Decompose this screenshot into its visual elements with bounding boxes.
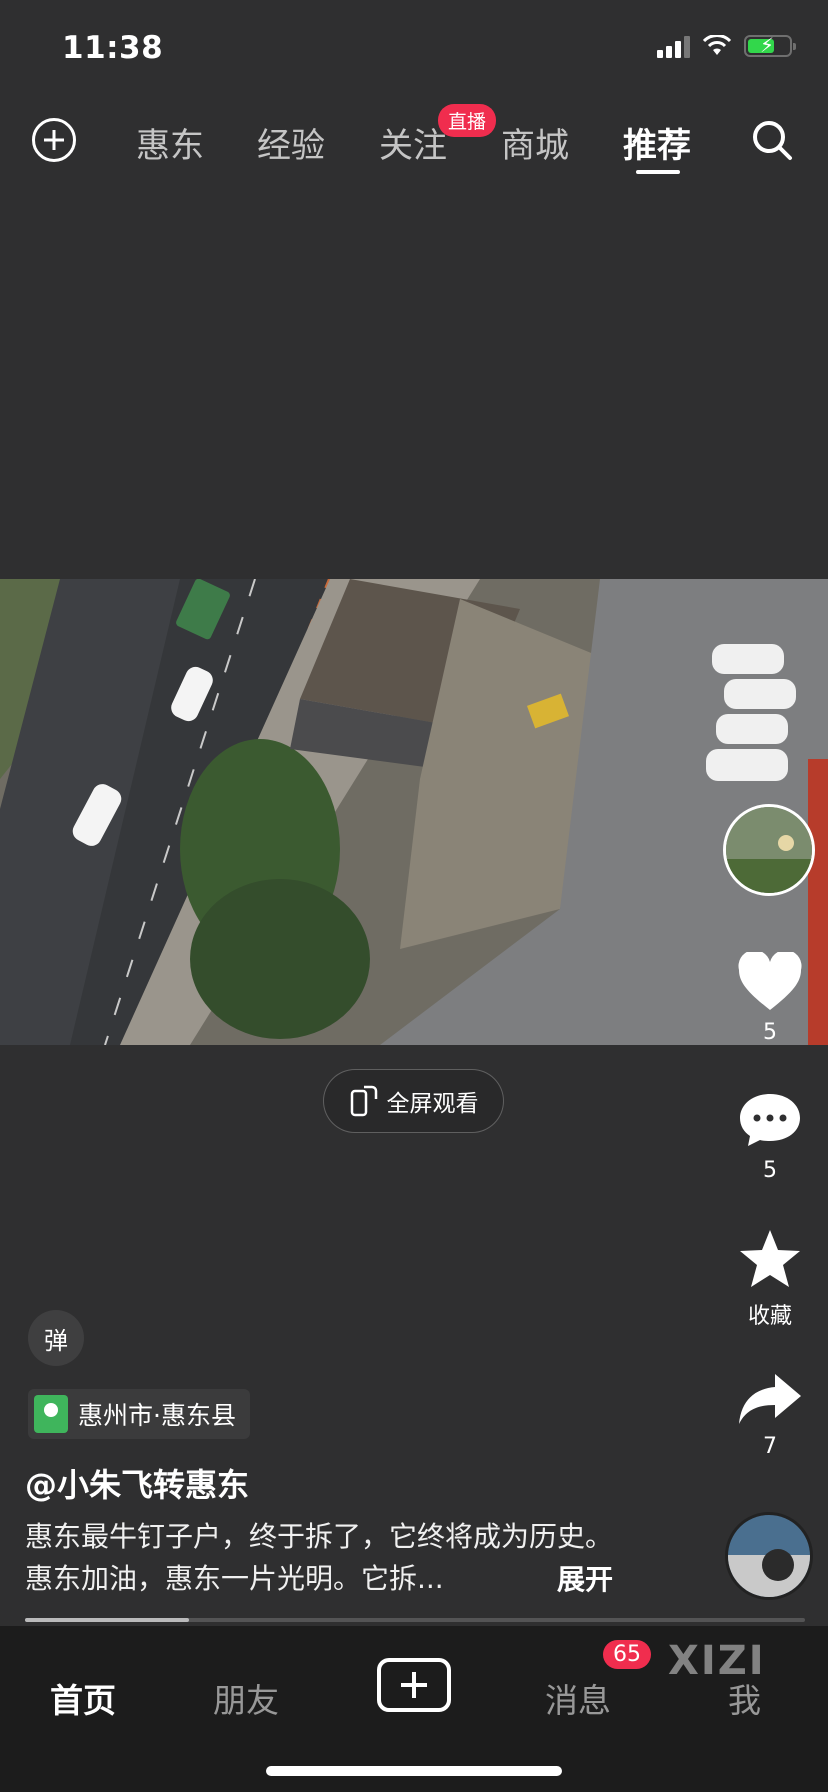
music-disc-image [728,1515,810,1597]
fullscreen-button[interactable]: 全屏观看 [323,1069,504,1133]
like-count: 5 [763,1020,777,1045]
home-indicator [266,1766,562,1776]
danmu-toggle[interactable]: 弹 [28,1310,84,1366]
favorite-control[interactable]: 收藏 [730,1228,810,1330]
location-pin-icon [34,1395,68,1433]
fullscreen-label: 全屏观看 [386,1091,479,1117]
watermark-logo: XIZI [668,1638,766,1684]
progress-fill [25,1618,189,1622]
active-tab-indicator [636,170,680,174]
tab-huidong[interactable]: 惠东 [136,118,204,167]
wifi-icon [702,35,732,55]
tab-recommend[interactable]: 推荐 [623,118,691,167]
video-frame[interactable] [0,579,828,1045]
heart-icon [738,949,802,1010]
tab-mall[interactable]: 商城 [501,118,569,167]
search-icon[interactable] [750,118,794,162]
comment-icon [740,1094,800,1146]
live-badge: 直播 [438,104,497,137]
share-control[interactable]: 7 [730,1372,810,1459]
message-badge: 65 [603,1640,651,1669]
location-tag[interactable]: 惠州市·惠东县 [28,1389,250,1439]
author-avatar[interactable] [723,804,815,896]
share-count: 7 [763,1434,777,1459]
video-description: 惠东最牛钉子户，终于拆了，它终将成为历史。惠东加油，惠东一片光明。它拆... [25,1520,614,1595]
status-icons: ⚡ [657,33,796,58]
battery-icon: ⚡ [744,33,796,57]
expand-button[interactable]: 展开 [557,1558,613,1598]
bottom-tab-bar: 首页 朋友 消息 65 我 XIZI [0,1626,828,1792]
create-button[interactable] [377,1658,451,1712]
author-name[interactable]: @小朱飞转惠东 [25,1460,249,1506]
tab-messages[interactable]: 消息 [545,1674,611,1722]
add-circle-icon[interactable] [32,118,76,162]
rotate-phone-icon [350,1085,377,1117]
cellular-signal-icon [657,34,690,58]
comment-control[interactable]: 5 [730,1090,810,1183]
share-arrow-icon [739,1374,801,1424]
video-progress-bar[interactable] [25,1618,805,1622]
tab-friends[interactable]: 朋友 [213,1674,279,1722]
like-control[interactable]: 5 [730,949,810,1045]
music-disc[interactable] [725,1512,813,1600]
status-time: 11:38 [62,30,164,66]
comment-count: 5 [763,1158,777,1183]
top-nav: 惠东 经验 关注 直播 商城 推荐 [0,104,828,178]
star-icon [740,1230,800,1287]
favorite-label: 收藏 [747,1304,792,1329]
tab-home[interactable]: 首页 [50,1674,116,1722]
location-label: 惠州市·惠东县 [78,1401,236,1430]
tab-following[interactable]: 关注 [379,118,447,167]
video-image [0,579,828,1045]
tab-experience[interactable]: 经验 [257,118,325,167]
